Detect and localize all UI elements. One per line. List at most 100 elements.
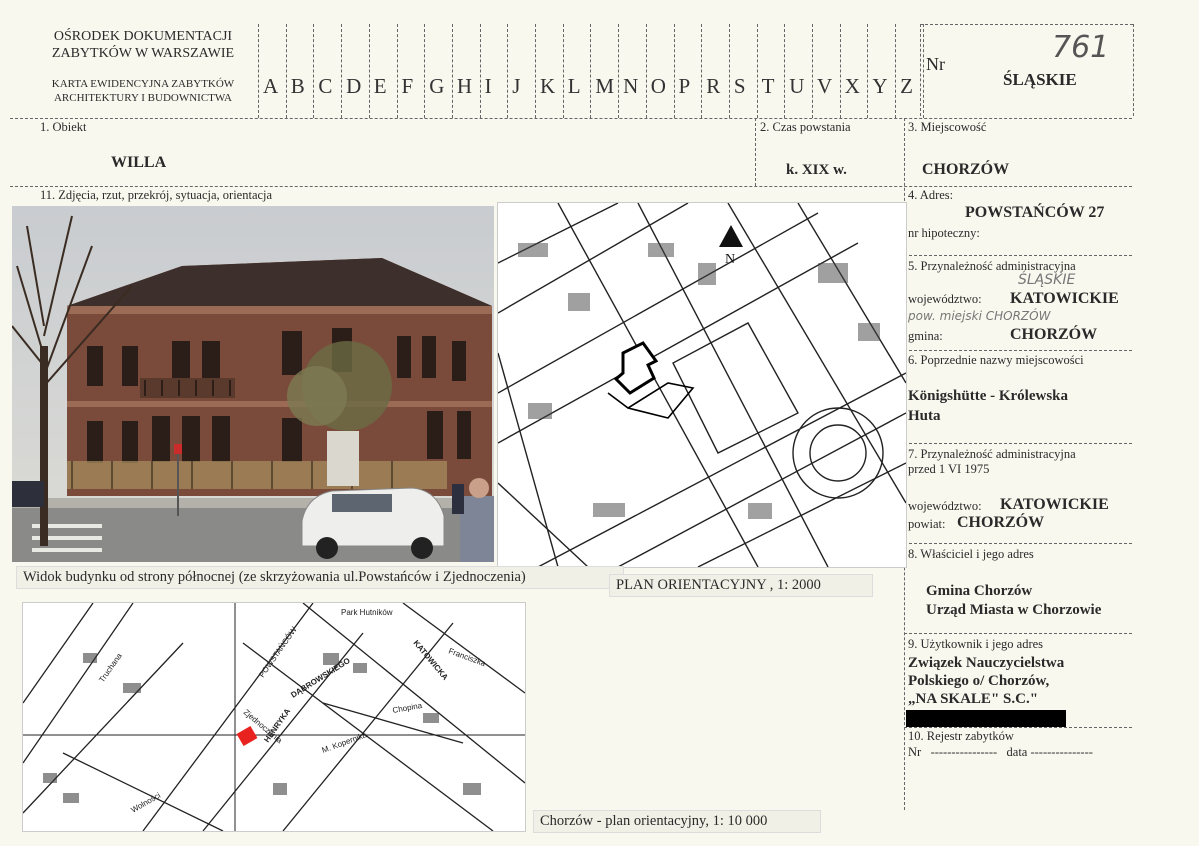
letter-divider bbox=[618, 24, 620, 118]
index-letter: E bbox=[373, 74, 387, 98]
zdjecia-label: 11. Zdjęcia, rzut, przekrój, sytuacja, o… bbox=[40, 188, 273, 202]
uzytkownik-line-1: Związek Nauczycielstwa bbox=[908, 655, 1065, 671]
poprzednie-line-1: Königshütte - Królewska bbox=[908, 388, 1069, 404]
letter-divider bbox=[590, 24, 592, 118]
region: ŚLĄSKIE bbox=[1003, 70, 1077, 89]
plan2000-caption: PLAN ORIENTACYJNY , 1: 2000 bbox=[609, 574, 873, 597]
divider bbox=[1133, 24, 1134, 116]
letter-divider bbox=[285, 24, 287, 118]
nr-label: Nr bbox=[926, 54, 945, 74]
card-title-line-1: KARTA EWIDENCYJNA ZABYTKÓW bbox=[51, 78, 235, 90]
divider bbox=[920, 24, 1133, 25]
letter-divider bbox=[396, 24, 398, 118]
divider bbox=[904, 443, 1132, 444]
letter-divider bbox=[922, 24, 924, 118]
letter-divider bbox=[424, 24, 426, 118]
letter-divider bbox=[341, 24, 343, 118]
index-letter: Z bbox=[900, 74, 913, 98]
index-letter: D bbox=[346, 74, 362, 98]
letter-divider bbox=[784, 24, 786, 118]
index-letter: I bbox=[484, 74, 492, 98]
woj-label: województwo: bbox=[908, 292, 982, 306]
index-letter: R bbox=[706, 74, 721, 98]
index-letter: A bbox=[263, 74, 279, 98]
poprzednie-line-2: Huta bbox=[908, 408, 941, 424]
plan-2000-map: N bbox=[497, 202, 907, 568]
miejscowosc-label: 3. Miejscowość bbox=[908, 120, 987, 134]
uzytkownik-line-2: Polskiego o/ Chorzów, bbox=[908, 673, 1050, 689]
index-letter: N bbox=[623, 74, 639, 98]
divider bbox=[755, 118, 756, 186]
letter-divider bbox=[812, 24, 813, 118]
wlasciciel-line-2: Urząd Miasta w Chorzowie bbox=[926, 602, 1102, 618]
letter-divider bbox=[673, 24, 675, 118]
letter-divider bbox=[895, 24, 897, 118]
letter-divider bbox=[645, 24, 647, 118]
divider bbox=[904, 350, 1132, 351]
uzytkownik-value: Związek Nauczycielstwa Polskiego o/ Chor… bbox=[908, 654, 1064, 708]
index-letter: H bbox=[456, 74, 473, 98]
letter-divider bbox=[258, 24, 259, 118]
divider bbox=[904, 543, 1132, 544]
index-letter: Y bbox=[872, 74, 888, 98]
letter-divider bbox=[535, 24, 536, 118]
north-label: N bbox=[725, 252, 735, 267]
index-letter: K bbox=[540, 74, 556, 98]
index-letter: S bbox=[733, 74, 746, 98]
wlasciciel-label: 8. Właściciel i jego adres bbox=[908, 547, 1034, 561]
divider bbox=[904, 255, 1132, 256]
plan-10000-map: Park Hutników DĄBROWSKIEGO KATOWICKA HEN… bbox=[22, 602, 526, 832]
admin-handwritten-gmina: pow. miejski CHORZÓW bbox=[908, 309, 1051, 323]
poprzednie-label: 6. Poprzednie nazwy miejscowości bbox=[908, 353, 1084, 367]
index-letter: X bbox=[844, 74, 860, 98]
institution-line-2: ZABYTKÓW W WARSZAWIE bbox=[51, 46, 235, 61]
plan-2000-illustration: N bbox=[498, 203, 906, 567]
index-letter: J bbox=[512, 74, 521, 98]
redaction-bar bbox=[906, 710, 1066, 727]
admin1975-line-2: przed 1 VI 1975 bbox=[908, 462, 990, 476]
woj1975-label: województwo: bbox=[908, 499, 982, 513]
plan-10000-illustration: Park Hutników DĄBROWSKIEGO KATOWICKA HEN… bbox=[23, 603, 525, 831]
poprzednie-value: Königshütte - Królewska Huta bbox=[908, 386, 1068, 426]
index-letter: M bbox=[595, 74, 615, 98]
card-title-line-2: ARCHITEKTURY I BUDOWNICTWA bbox=[53, 92, 233, 104]
letter-divider bbox=[867, 24, 869, 118]
admin1975-label: 7. Przynależność administracyjna przed 1… bbox=[908, 447, 1076, 477]
obiekt-value: WILLA bbox=[111, 154, 167, 171]
czas-value: k. XIX w. bbox=[786, 162, 847, 178]
divider bbox=[10, 186, 1132, 187]
divider bbox=[904, 633, 1132, 634]
wlasciciel-line-1: Gmina Chorzów bbox=[926, 583, 1033, 599]
index-letter: T bbox=[761, 74, 775, 98]
czas-label: 2. Czas powstania bbox=[760, 120, 851, 134]
letter-divider bbox=[451, 24, 453, 118]
obiekt-label: 1. Obiekt bbox=[40, 120, 87, 134]
photo-caption: Widok budynku od strony północnej (ze sk… bbox=[16, 566, 624, 589]
powiat-value: CHORZÓW bbox=[957, 514, 1045, 531]
letter-divider bbox=[313, 24, 315, 118]
index-letter: B bbox=[290, 74, 305, 98]
uzytkownik-line-3: „NA SKALE" S.C." bbox=[908, 691, 1039, 707]
institution-name: OŚRODEK DOKUMENTACJI ZABYTKÓW W WARSZAWI… bbox=[38, 28, 248, 62]
index-letter: V bbox=[817, 74, 833, 98]
divider bbox=[904, 727, 1132, 728]
divider bbox=[10, 118, 1132, 119]
letter-divider bbox=[479, 24, 481, 118]
index-letter: P bbox=[678, 74, 691, 98]
wlasciciel-value: Gmina Chorzów Urząd Miasta w Chorzowie bbox=[926, 582, 1101, 620]
letter-divider bbox=[701, 24, 703, 118]
institution-line-1: OŚRODEK DOKUMENTACJI bbox=[53, 29, 233, 44]
miejscowosc-value: CHORZÓW bbox=[922, 161, 1010, 178]
adres-value: POWSTAŃCÓW 27 bbox=[965, 204, 1105, 221]
index-letter: U bbox=[789, 74, 805, 98]
index-letter: O bbox=[650, 74, 666, 98]
plan10000-caption: Chorzów - plan orientacyjny, 1: 10 000 bbox=[533, 810, 821, 833]
letter-divider bbox=[507, 24, 509, 118]
divider bbox=[920, 24, 921, 116]
admin1975-line-1: 7. Przynależność administracyjna bbox=[908, 447, 1076, 461]
letter-divider bbox=[368, 24, 370, 118]
woj1975-value: KATOWICKIE bbox=[1000, 496, 1109, 513]
letter-divider bbox=[839, 24, 841, 118]
rejestr-line: Nr ---------------- data --------------- bbox=[908, 745, 1093, 759]
letter-divider bbox=[562, 24, 564, 118]
